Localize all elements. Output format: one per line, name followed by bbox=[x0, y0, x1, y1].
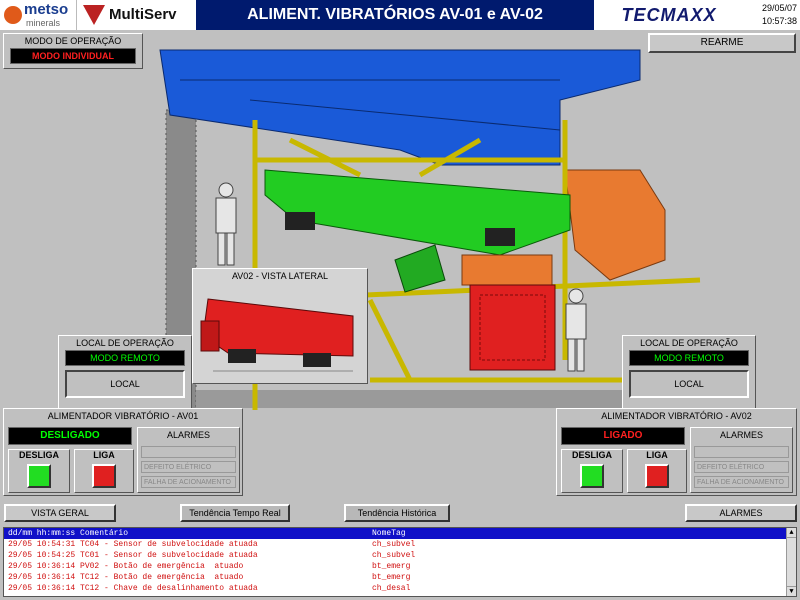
operation-mode-title: MODO DE OPERAÇÃO bbox=[24, 36, 122, 46]
av02-alarms-title: ALARMES bbox=[719, 430, 763, 440]
alarm-list-scrollbar[interactable]: ▲ ▼ bbox=[786, 528, 796, 596]
remote-mode-indicator-left: MODO REMOTO bbox=[65, 350, 185, 366]
av02-off-button[interactable] bbox=[580, 464, 604, 488]
av02-on-button[interactable] bbox=[645, 464, 669, 488]
av01-on-button[interactable] bbox=[92, 464, 116, 488]
spring-mount-left bbox=[285, 212, 315, 230]
side-view-drawing bbox=[200, 298, 354, 372]
av01-off-button[interactable] bbox=[27, 464, 51, 488]
local-operation-title-right: LOCAL DE OPERAÇÃO bbox=[640, 338, 738, 348]
local-operation-panel-right: LOCAL DE OPERAÇÃO MODO REMOTO LOCAL bbox=[622, 335, 756, 409]
red-feeder-av02 bbox=[469, 284, 556, 371]
datetime-display: 29/05/07 10:57:38 bbox=[744, 0, 800, 30]
av01-on-label: LIGA bbox=[93, 450, 115, 460]
av02-on-group: LIGA bbox=[627, 449, 687, 493]
feeder-av01-status: DESLIGADO bbox=[8, 427, 132, 445]
alarm-row-tag: ch_subvel bbox=[372, 551, 416, 560]
side-view-title: AV02 - VISTA LATERAL bbox=[231, 271, 329, 281]
metso-logo: metso minerals bbox=[0, 0, 76, 30]
av02-on-label: LIGA bbox=[646, 450, 668, 460]
av01-alarm-blank bbox=[141, 446, 236, 458]
alarm-row[interactable]: 29/05 10:36:14 TC12 - Botão de emergênci… bbox=[4, 572, 796, 583]
av01-off-group: DESLIGA bbox=[8, 449, 70, 493]
av01-alarm-drive-fault: FALHA DE ACIONAMENTO bbox=[141, 476, 236, 488]
alarm-row-text: 29/05 10:36:14 TC12 - Botão de emergênci… bbox=[8, 573, 244, 582]
operation-mode-panel: MODO DE OPERAÇÃO MODO INDIVIDUAL bbox=[3, 33, 143, 69]
alarm-row-tag: ch_subvel bbox=[372, 540, 416, 549]
feeder-av02-panel: ALIMENTADOR VIBRATÓRIO - AV02 LIGADO DES… bbox=[556, 408, 797, 496]
tecmaxx-logo: TECMAXX bbox=[594, 0, 744, 30]
alarm-row-text: 29/05 10:36:14 TC12 - Chave de desalinha… bbox=[8, 584, 258, 593]
av01-on-group: LIGA bbox=[74, 449, 134, 493]
red-feeder-hopper bbox=[461, 254, 553, 286]
alarm-row-tag: bt_emerg bbox=[372, 573, 411, 582]
alarm-row[interactable]: 29/05 10:54:31 TC04 - Sensor de subveloc… bbox=[4, 539, 796, 550]
local-operation-title-left: LOCAL DE OPERAÇÃO bbox=[76, 338, 174, 348]
av01-alarm-electrical: DEFEITO ELÉTRICO bbox=[141, 461, 236, 473]
alarm-row-text: 29/05 10:36:14 PV02 - Botão de emergênci… bbox=[8, 562, 244, 571]
remote-mode-indicator-right: MODO REMOTO bbox=[629, 350, 749, 366]
alarm-row-tag: bt_emerg bbox=[372, 562, 411, 571]
alarm-row-text: 29/05 10:54:31 TC04 - Sensor de subveloc… bbox=[8, 540, 258, 549]
spring-mount-right bbox=[485, 228, 515, 246]
local-operation-panel-left: LOCAL DE OPERAÇÃO MODO REMOTO LOCAL bbox=[58, 335, 192, 409]
realtime-trend-button[interactable]: Tendência Tempo Real bbox=[180, 504, 290, 522]
multiserv-logo: MultiServ bbox=[76, 0, 196, 30]
scroll-up-icon[interactable]: ▲ bbox=[787, 528, 796, 538]
green-drive-motor bbox=[394, 244, 446, 293]
alarms-button[interactable]: ALARMES bbox=[685, 504, 797, 522]
overview-button[interactable]: VISTA GERAL bbox=[4, 504, 116, 522]
av01-alarms-title: ALARMES bbox=[166, 430, 210, 440]
alarm-header-columns: dd/mm hh:mm:ss Comentário bbox=[8, 529, 129, 538]
metso-logo-text: metso bbox=[24, 1, 69, 18]
blue-hopper bbox=[159, 49, 641, 166]
alarm-row[interactable]: 29/05 10:54:25 TC01 - Sensor de subveloc… bbox=[4, 550, 796, 561]
alarm-row-tag: ch_desal bbox=[372, 584, 411, 593]
alarm-row[interactable]: 29/05 10:36:14 PV02 - Botão de emergênci… bbox=[4, 561, 796, 572]
multiserv-mark-icon bbox=[83, 5, 105, 25]
alarm-header-tag: NomeTag bbox=[372, 529, 406, 538]
screen-title: ALIMENT. VIBRATÓRIOS AV-01 e AV-02 bbox=[247, 6, 543, 23]
av02-alarms-group: ALARMES DEFEITO ELÉTRICO FALHA DE ACIONA… bbox=[690, 427, 793, 493]
date-text: 29/05/07 bbox=[761, 3, 797, 13]
alarm-list[interactable]: dd/mm hh:mm:ss Comentário NomeTag 29/05 … bbox=[3, 527, 797, 597]
orange-chute bbox=[564, 169, 666, 281]
av02-off-label: DESLIGA bbox=[571, 450, 612, 460]
local-button-right[interactable]: LOCAL bbox=[629, 370, 749, 398]
side-view-panel: AV02 - VISTA LATERAL bbox=[192, 268, 368, 384]
alarm-row-text: 29/05 10:54:25 TC01 - Sensor de subveloc… bbox=[8, 551, 258, 560]
time-text: 10:57:38 bbox=[761, 16, 797, 26]
alarm-row[interactable]: 29/05 10:36:14 TC12 - Chave de desalinha… bbox=[4, 583, 796, 594]
rearm-button[interactable]: REARME bbox=[648, 33, 796, 53]
feeder-av02-title: ALIMENTADOR VIBRATÓRIO - AV02 bbox=[601, 411, 752, 421]
feeder-av01-panel: ALIMENTADOR VIBRATÓRIO - AV01 DESLIGADO … bbox=[3, 408, 243, 496]
alarm-list-header: dd/mm hh:mm:ss Comentário NomeTag bbox=[4, 528, 796, 539]
av02-alarm-blank bbox=[694, 446, 789, 458]
operator-figure-right bbox=[565, 288, 587, 372]
scroll-down-icon[interactable]: ▼ bbox=[787, 586, 796, 596]
metso-logo-subtext: minerals bbox=[26, 18, 61, 28]
multiserv-logo-text: MultiServ bbox=[109, 6, 177, 23]
av02-off-group: DESLIGA bbox=[561, 449, 623, 493]
av02-alarm-electrical: DEFEITO ELÉTRICO bbox=[694, 461, 789, 473]
historical-trend-button[interactable]: Tendência Histórica bbox=[344, 504, 450, 522]
operator-figure-left bbox=[215, 182, 237, 266]
metso-mark-icon bbox=[4, 6, 22, 24]
feeder-av02-status: LIGADO bbox=[561, 427, 685, 445]
operation-mode-value[interactable]: MODO INDIVIDUAL bbox=[10, 48, 136, 64]
feeder-av01-title: ALIMENTADOR VIBRATÓRIO - AV01 bbox=[47, 411, 199, 421]
av01-off-label: DESLIGA bbox=[18, 450, 59, 460]
local-button-left[interactable]: LOCAL bbox=[65, 370, 185, 398]
av02-alarm-drive-fault: FALHA DE ACIONAMENTO bbox=[694, 476, 789, 488]
av01-alarms-group: ALARMES DEFEITO ELÉTRICO FALHA DE ACIONA… bbox=[137, 427, 240, 493]
